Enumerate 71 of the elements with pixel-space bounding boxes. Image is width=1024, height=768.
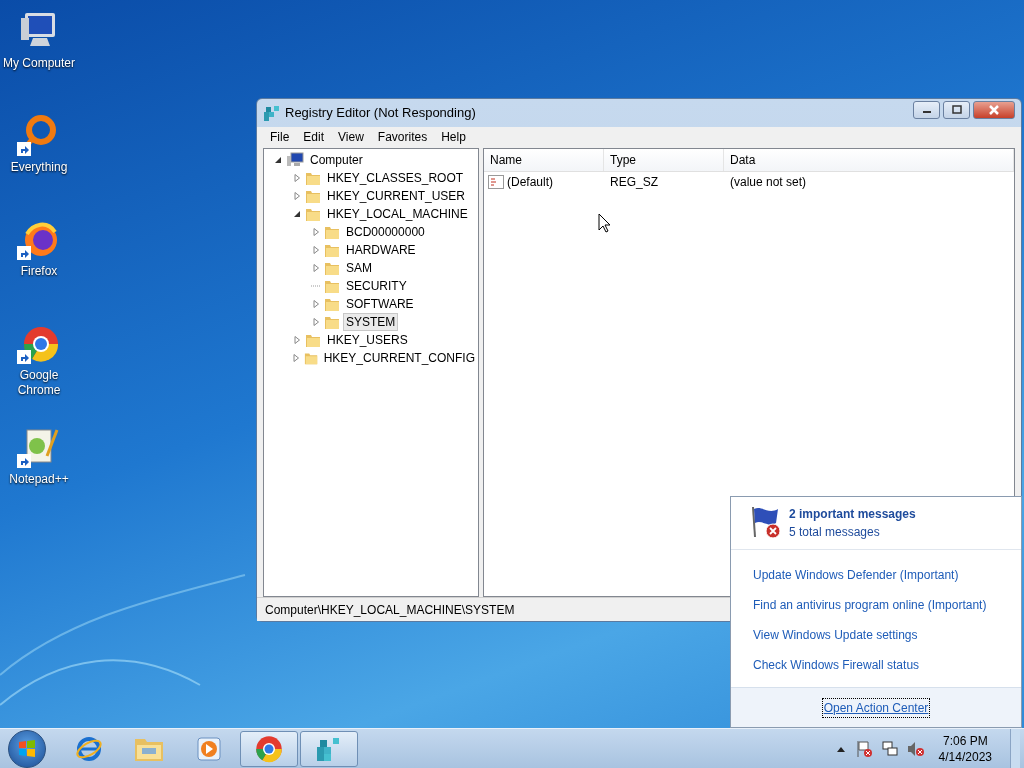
action-center-link[interactable]: Find an antivirus program online (Important): [753, 596, 999, 614]
menu-item[interactable]: Help: [434, 128, 473, 146]
folder-icon: [305, 206, 321, 222]
folder-icon: [324, 278, 340, 294]
desktop-icon-label[interactable]: My Computer: [0, 56, 78, 71]
tree-item[interactable]: SAM: [343, 259, 375, 277]
clock-time[interactable]: 7:06 PM: [942, 732, 988, 749]
desktop-icon-label[interactable]: Firefox: [0, 264, 78, 279]
mouse-pointer-icon: [598, 213, 612, 233]
folder-icon: [324, 260, 340, 276]
minimize-button[interactable]: [913, 101, 940, 119]
value-type: REG_SZ: [609, 174, 659, 191]
tree-item[interactable]: SYSTEM: [343, 313, 399, 331]
start-button[interactable]: [8, 729, 46, 768]
folder-icon: [305, 170, 321, 186]
maximize-button[interactable]: [943, 101, 970, 119]
folder-icon: [324, 224, 340, 240]
computer-icon: [286, 152, 304, 168]
browser-e-icon: [75, 734, 103, 763]
menu-item[interactable]: View: [331, 128, 371, 146]
desktop-icon-label[interactable]: Notepad++: [0, 472, 78, 487]
tree-item[interactable]: HARDWARE: [343, 241, 419, 259]
cubes-icon: [263, 104, 281, 122]
network-icon: [880, 739, 899, 758]
flag-error-icon: [749, 505, 783, 539]
folder-icon: [324, 314, 340, 330]
tree-item[interactable]: HKEY_LOCAL_MACHINE: [324, 205, 471, 223]
folder-icon: [305, 188, 321, 204]
tree-item[interactable]: Computer: [307, 151, 366, 169]
status-bar-path: Computer\HKEY_LOCAL_MACHINE\SYSTEM: [265, 601, 515, 619]
action-center-link[interactable]: Update Windows Defender (Important): [753, 566, 999, 584]
four-pane-logo-icon: [17, 738, 37, 759]
string-value-icon: [488, 175, 504, 189]
folder-icon: [324, 242, 340, 258]
action-center-link[interactable]: Check Windows Firewall status: [753, 656, 999, 674]
messages-summary-title: 2 important messages: [789, 506, 916, 523]
flag-error-icon: [854, 739, 873, 758]
media-play-icon: [195, 734, 223, 763]
network-tray-button[interactable]: [880, 739, 899, 758]
menu-item[interactable]: Favorites: [370, 128, 435, 146]
desktop-icon-label[interactable]: Everything: [0, 160, 78, 175]
tree-item[interactable]: HKEY_USERS: [324, 331, 411, 349]
column-header[interactable]: Name: [484, 149, 604, 171]
close-button[interactable]: [973, 101, 1015, 119]
clock-date[interactable]: 4/14/2023: [938, 748, 992, 765]
maximize-icon: [951, 105, 962, 115]
tree-item[interactable]: BCD00000000: [343, 223, 428, 241]
value-data: (value not set): [729, 174, 808, 191]
value-name[interactable]: (Default): [507, 173, 553, 191]
tree-item[interactable]: SECURITY: [343, 277, 410, 295]
taskbar-app-button[interactable]: [240, 730, 298, 767]
folder-icon: [324, 296, 340, 312]
close-icon: [988, 105, 1000, 115]
up-arrow-icon: [836, 745, 845, 752]
tree-item[interactable]: HKEY_CURRENT_USER: [324, 187, 469, 205]
taskbar-app-button[interactable]: [300, 730, 358, 767]
chrome-icon: [254, 733, 284, 764]
tree-item[interactable]: HKEY_CLASSES_ROOT: [324, 169, 467, 187]
menu-item[interactable]: File: [263, 128, 297, 146]
flag-error-tray-button[interactable]: [854, 739, 873, 758]
action-center-link[interactable]: View Windows Update settings: [753, 626, 999, 644]
desktop-icon-label[interactable]: Google Chrome: [0, 368, 78, 398]
folder-icon: [305, 332, 321, 348]
column-header[interactable]: Data: [724, 149, 1014, 171]
messages-total: 5 total messages: [789, 524, 881, 541]
tree-item[interactable]: SOFTWARE: [343, 295, 417, 313]
open-action-center-link[interactable]: Open Action Center: [821, 697, 931, 718]
menu-item[interactable]: Edit: [296, 128, 332, 146]
tree-item[interactable]: HKEY_CURRENT_CONFIG: [320, 349, 478, 367]
window-title: Registry Editor (Not Responding): [285, 104, 476, 123]
column-header[interactable]: Type: [604, 149, 724, 171]
